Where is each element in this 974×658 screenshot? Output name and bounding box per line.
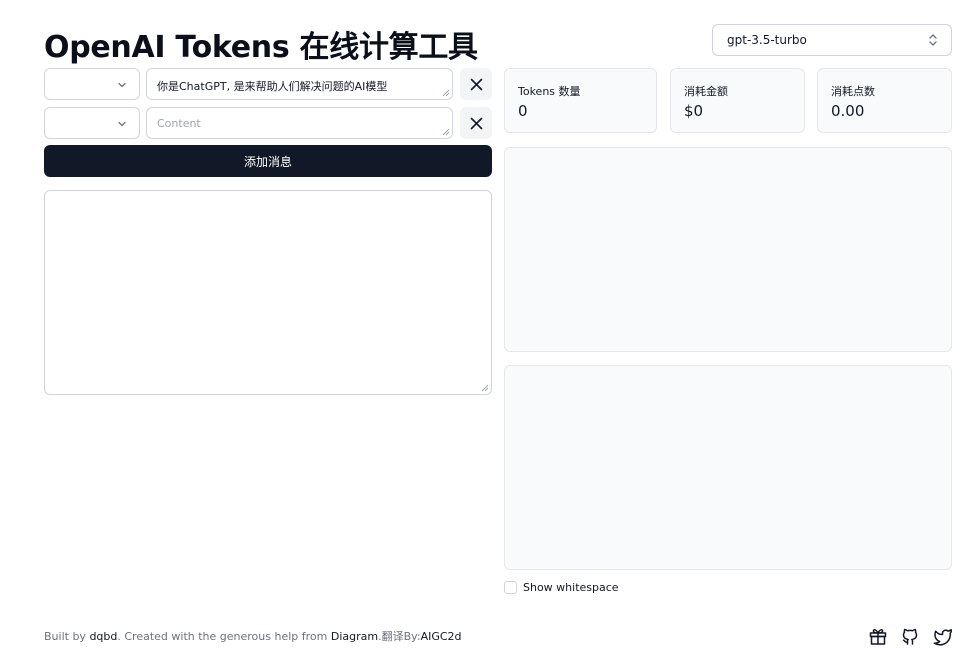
page-title: OpenAI Tokens 在线计算工具	[44, 30, 478, 65]
helper-link[interactable]: Diagram	[331, 630, 378, 643]
twitter-icon[interactable]	[932, 626, 952, 646]
cost-card: 消耗金额 $0	[670, 68, 805, 133]
footer-social-icons	[868, 626, 952, 646]
output-textarea[interactable]	[44, 190, 492, 395]
author-link[interactable]: dqbd	[89, 630, 117, 643]
token-ids-panel	[504, 365, 952, 570]
chevron-updown-icon	[929, 34, 937, 46]
tokens-count-card: Tokens 数量 0	[504, 68, 657, 133]
tokens-count-value: 0	[518, 102, 528, 120]
delete-message-button[interactable]	[460, 68, 492, 100]
add-message-button[interactable]: 添加消息	[44, 145, 492, 177]
footer-credits: Built by dqbd. Created with the generous…	[44, 628, 462, 644]
message-content-input[interactable]: 你是ChatGPT, 是来帮助人们解决问题的AI模型	[146, 68, 453, 100]
show-whitespace-checkbox[interactable]	[504, 581, 517, 594]
show-whitespace-toggle[interactable]: Show whitespace	[504, 581, 619, 594]
footer-created-text: . Created with the generous help from	[117, 630, 328, 643]
token-visualization-panel	[504, 147, 952, 352]
chevron-down-icon	[118, 121, 126, 127]
model-select[interactable]: gpt-3.5-turbo	[712, 24, 952, 56]
resize-grip-icon[interactable]	[442, 89, 450, 97]
message-row: 你是ChatGPT, 是来帮助人们解决问题的AI模型	[44, 68, 492, 100]
close-icon	[470, 117, 482, 129]
show-whitespace-label: Show whitespace	[523, 581, 619, 594]
message-row: Content	[44, 107, 492, 139]
translator-link[interactable]: AIGC2d	[421, 630, 462, 643]
close-icon	[470, 78, 482, 90]
points-label: 消耗点数	[831, 85, 875, 98]
message-content-placeholder: Content	[157, 117, 201, 130]
message-content-text: 你是ChatGPT, 是来帮助人们解决问题的AI模型	[157, 80, 388, 93]
cost-label: 消耗金额	[684, 85, 728, 98]
tokens-count-label: Tokens 数量	[518, 85, 581, 98]
model-select-value: gpt-3.5-turbo	[727, 33, 807, 47]
delete-message-button[interactable]	[460, 107, 492, 139]
footer-built-by: Built by	[44, 630, 86, 643]
resize-grip-icon[interactable]	[442, 128, 450, 136]
points-value: 0.00	[831, 102, 865, 120]
footer-translate-text: 翻译By:	[381, 630, 421, 643]
gift-icon[interactable]	[868, 626, 888, 646]
cost-value: $0	[684, 102, 704, 120]
role-select[interactable]	[44, 107, 140, 139]
chevron-down-icon	[118, 82, 126, 88]
resize-grip-icon[interactable]	[481, 384, 489, 392]
role-select[interactable]	[44, 68, 140, 100]
points-card: 消耗点数 0.00	[817, 68, 952, 133]
github-icon[interactable]	[900, 626, 920, 646]
message-content-input[interactable]: Content	[146, 107, 453, 139]
